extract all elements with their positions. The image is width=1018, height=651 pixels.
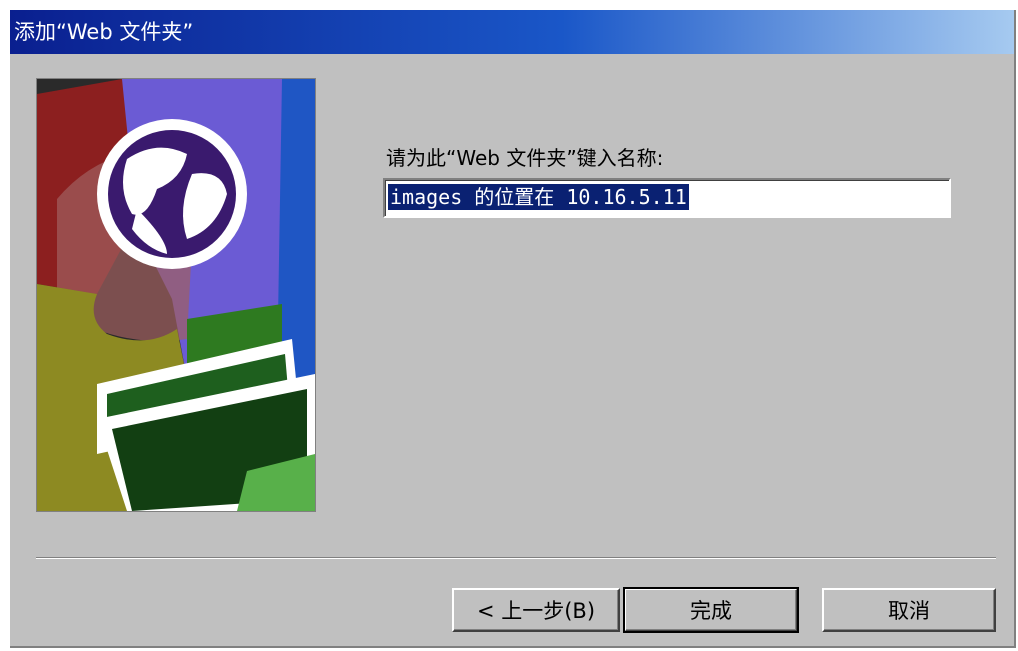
- cancel-button[interactable]: 取消: [822, 588, 996, 632]
- folder-name-input[interactable]: images 的位置在 10.16.5.11: [383, 178, 951, 218]
- name-prompt-label: 请为此“Web 文件夹”键入名称:: [386, 146, 664, 170]
- add-web-folder-dialog: 添加“Web 文件夹” 请为此“Web 文件夹”键入名称: images 的位置…: [10, 10, 1016, 648]
- title-bar[interactable]: 添加“Web 文件夹”: [10, 10, 1014, 54]
- folder-name-selected-text: images 的位置在 10.16.5.11: [388, 184, 689, 210]
- globe-folder-illustration-icon: [37, 79, 315, 511]
- back-button-label: < 上一步(B): [476, 599, 596, 623]
- cancel-button-label: 取消: [888, 599, 930, 623]
- wizard-illustration: [36, 78, 316, 512]
- back-button[interactable]: < 上一步(B): [452, 588, 620, 632]
- finish-button-label: 完成: [690, 599, 732, 623]
- window-title: 添加“Web 文件夹”: [14, 20, 194, 44]
- button-separator: [36, 557, 996, 559]
- finish-button[interactable]: 完成: [623, 587, 799, 633]
